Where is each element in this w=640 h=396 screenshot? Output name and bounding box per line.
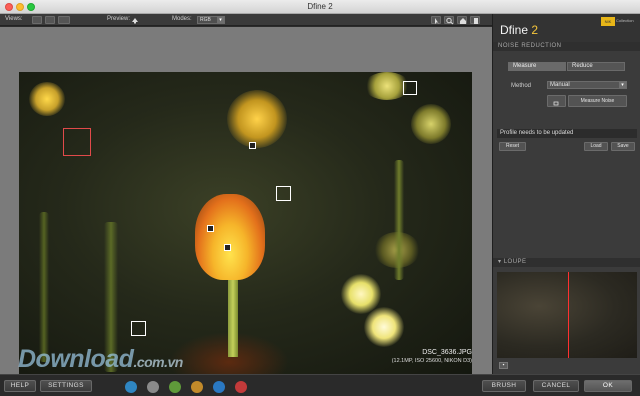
- control-point[interactable]: [224, 244, 231, 251]
- bottom-bar: HELP SETTINGS BRUSH CANCEL OK: [0, 374, 640, 396]
- control-point[interactable]: [207, 225, 214, 232]
- color-swatch[interactable]: [125, 381, 137, 393]
- nik-logo: NIK: [601, 17, 615, 26]
- stem-blur: [39, 212, 49, 362]
- color-swatch[interactable]: [213, 381, 225, 393]
- view-toolbar: Views: Preview: Modes: RGB ▾: [0, 14, 492, 26]
- mode-value: RGB: [200, 17, 211, 23]
- chevron-down-icon: ▾: [217, 17, 224, 23]
- single-view-button[interactable]: [32, 16, 42, 24]
- collection-label: Collection: [616, 18, 634, 23]
- color-swatch[interactable]: [169, 381, 181, 393]
- measure-noise-button[interactable]: Measure Noise: [568, 95, 627, 107]
- watermark: Download.com.vn: [18, 345, 183, 374]
- product-version: 2: [531, 23, 539, 37]
- window-title: Dfine 2: [307, 2, 333, 11]
- watermark-suffix: .com.vn: [133, 354, 183, 370]
- settings-button[interactable]: SETTINGS: [40, 380, 92, 392]
- ok-button[interactable]: OK: [584, 380, 632, 392]
- watermark-main: Download: [18, 345, 134, 373]
- hand-tool-button[interactable]: [457, 16, 467, 24]
- views-label: Views:: [5, 16, 23, 22]
- zoom-tool-button[interactable]: [444, 16, 454, 25]
- flower: [195, 194, 265, 280]
- modes-label: Modes:: [172, 16, 192, 22]
- background-toggle-button[interactable]: [470, 16, 480, 24]
- loupe-label: LOUPE: [503, 259, 527, 265]
- preview-toggle[interactable]: [131, 16, 140, 24]
- arrow-cursor-icon: [435, 18, 439, 24]
- color-swatch[interactable]: [147, 381, 159, 393]
- file-name: DSC_3636.JPG: [422, 349, 472, 356]
- brush-button[interactable]: BRUSH: [482, 380, 526, 392]
- loupe-header[interactable]: ▾ LOUPE: [493, 258, 640, 267]
- measure-mode-button[interactable]: [547, 95, 566, 107]
- method-value: Manual: [550, 82, 570, 88]
- method-label: Method: [511, 83, 532, 89]
- save-button[interactable]: Save: [611, 142, 635, 151]
- brand-header: Dfine 2 NIK Collection: [493, 14, 640, 42]
- pointer-tool-button[interactable]: [431, 16, 441, 24]
- loupe-view[interactable]: [497, 272, 637, 358]
- chevron-down-icon: ▾: [619, 82, 626, 88]
- crop-icon: [553, 101, 559, 106]
- measure-region-selected[interactable]: [63, 128, 91, 156]
- preview-label: Preview:: [107, 16, 131, 22]
- bokeh-light: [364, 307, 404, 347]
- file-details: (12.1MP, ISO 25600, NIKON D3): [391, 358, 472, 364]
- stem-blur: [394, 160, 404, 280]
- bokeh-light: [411, 104, 451, 144]
- measure-region[interactable]: [403, 81, 417, 95]
- preview-icon: [132, 18, 138, 24]
- split-view-button[interactable]: [45, 16, 55, 24]
- load-button[interactable]: Load: [584, 142, 608, 151]
- product-title: Dfine 2: [500, 23, 538, 37]
- product-name: Dfine: [500, 23, 529, 37]
- image-canvas[interactable]: DSC_3636.JPG (12.1MP, ISO 25600, NIKON D…: [0, 27, 492, 374]
- flower-stem: [228, 277, 238, 357]
- bokeh-light: [227, 90, 287, 148]
- magnifier-icon: [446, 17, 454, 25]
- pin-icon[interactable]: ⬩: [499, 362, 508, 369]
- side-by-side-view-button[interactable]: [58, 16, 70, 24]
- measure-region[interactable]: [276, 186, 291, 201]
- cancel-button[interactable]: CANCEL: [533, 380, 579, 392]
- bokeh-light: [29, 82, 65, 116]
- mode-select[interactable]: RGB ▾: [197, 16, 225, 24]
- reset-button[interactable]: Reset: [499, 142, 526, 151]
- method-select[interactable]: Manual ▾: [547, 81, 627, 89]
- info-icon: [474, 18, 478, 24]
- color-swatch[interactable]: [191, 381, 203, 393]
- control-point[interactable]: [249, 142, 256, 149]
- home-icon: [460, 18, 466, 24]
- title-bar: Dfine 2: [0, 0, 640, 14]
- photo-preview[interactable]: [19, 72, 472, 374]
- loupe-split-line[interactable]: [568, 272, 569, 358]
- profile-status: Profile needs to be updated: [497, 129, 637, 138]
- tab-measure[interactable]: Measure: [508, 62, 566, 71]
- help-button[interactable]: HELP: [4, 380, 36, 392]
- right-panel: Dfine 2 NIK Collection NOISE REDUCTION M…: [492, 14, 640, 374]
- noise-reduction-header[interactable]: NOISE REDUCTION: [493, 42, 640, 51]
- color-swatch[interactable]: [235, 381, 247, 393]
- tab-reduce[interactable]: Reduce: [567, 62, 625, 71]
- measure-region[interactable]: [131, 321, 146, 336]
